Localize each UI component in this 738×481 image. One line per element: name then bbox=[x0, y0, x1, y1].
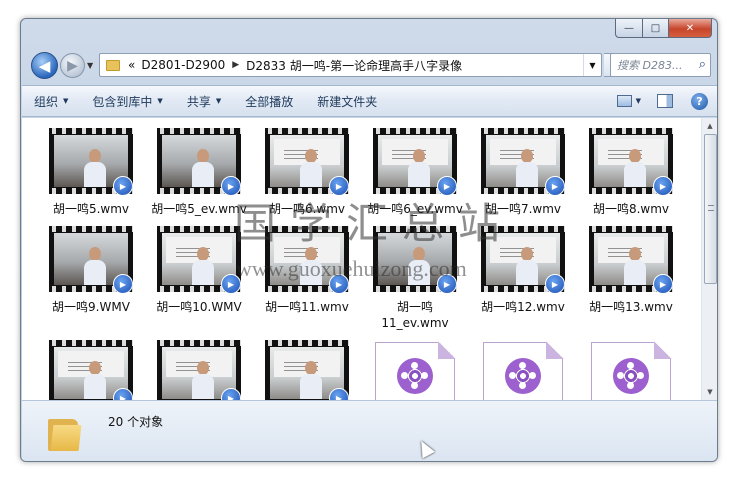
media-player-icon: ▶ bbox=[545, 176, 565, 196]
vertical-scrollbar[interactable]: ▲ ▼ bbox=[701, 118, 717, 400]
video-file-icon bbox=[375, 341, 456, 400]
folder-icon bbox=[106, 59, 120, 71]
grip-icon bbox=[708, 205, 714, 211]
include-library-label: 包含到库中 bbox=[92, 94, 153, 109]
media-player-icon: ▶ bbox=[653, 274, 673, 294]
video-file-icon bbox=[591, 341, 672, 400]
scroll-up-icon[interactable]: ▲ bbox=[702, 118, 717, 134]
breadcrumb-overflow[interactable]: « bbox=[125, 58, 138, 72]
chevron-down-icon: ▼ bbox=[215, 97, 222, 105]
media-player-icon: ▶ bbox=[113, 176, 133, 196]
organize-label: 组织 bbox=[34, 94, 59, 109]
chevron-down-icon[interactable]: ▼ bbox=[636, 97, 641, 105]
play-all-button[interactable]: 全部播放 bbox=[233, 86, 305, 116]
search-icon[interactable]: ⌕ bbox=[699, 57, 706, 72]
maximize-button[interactable]: □ bbox=[642, 19, 668, 38]
file-name: 胡一鸣12.wmv bbox=[481, 300, 565, 314]
scrollbar-thumb[interactable] bbox=[704, 134, 717, 284]
watermark-title: 国学汇总站 bbox=[234, 199, 515, 248]
close-button[interactable]: ✕ bbox=[668, 19, 712, 38]
scroll-down-icon[interactable]: ▼ bbox=[702, 384, 717, 400]
organize-menu[interactable]: 组织 ▼ bbox=[22, 86, 80, 116]
folder-icon bbox=[48, 415, 82, 451]
file-name-line2: 11_ev.wmv bbox=[381, 316, 449, 330]
video-file-icon bbox=[483, 341, 564, 400]
file-name: 胡一鸣 bbox=[396, 300, 433, 314]
media-player-icon: ▶ bbox=[653, 176, 673, 196]
new-folder-button[interactable]: 新建文件夹 bbox=[305, 86, 389, 116]
navigation-bar: ◀ ▶ ▼ « D2801-D2900 ▶ D2833 胡一鸣-第一论命理高手八… bbox=[21, 49, 717, 83]
caption-buttons: — □ ✕ bbox=[615, 19, 712, 38]
chevron-down-icon: ▼ bbox=[157, 97, 163, 105]
address-dropdown-icon[interactable]: ▼ bbox=[583, 54, 601, 76]
command-bar: 组织 ▼ 包含到库中 ▼ 共享 ▼ 全部播放 新建文件夹 ▼ ? bbox=[22, 85, 717, 117]
include-in-library-menu[interactable]: 包含到库中 ▼ bbox=[80, 86, 174, 116]
share-menu[interactable]: 共享 ▼ bbox=[175, 86, 233, 116]
file-name: 胡一鸣10.WMV bbox=[156, 300, 242, 314]
file-name: 胡一鸣13.wmv bbox=[589, 300, 673, 314]
file-name: 胡一鸣5.wmv bbox=[52, 202, 130, 216]
item-count: 20 个对象 bbox=[108, 415, 164, 429]
chevron-down-icon: ▼ bbox=[63, 97, 69, 105]
toolbar-right: ▼ ? bbox=[616, 86, 717, 116]
preview-pane-icon[interactable] bbox=[657, 94, 673, 108]
details-pane: 20 个对象 bbox=[22, 400, 717, 461]
view-options-icon[interactable] bbox=[616, 95, 632, 107]
search-input[interactable]: 搜索 D283... ⌕ bbox=[610, 53, 711, 77]
breadcrumb-segment[interactable]: D2801-D2900 bbox=[138, 58, 228, 72]
back-button[interactable]: ◀ bbox=[31, 52, 58, 79]
help-icon[interactable]: ? bbox=[691, 92, 708, 110]
history-dropdown-icon[interactable]: ▼ bbox=[87, 61, 93, 70]
media-player-icon: ▶ bbox=[545, 274, 565, 294]
forward-button[interactable]: ▶ bbox=[60, 53, 85, 78]
file-name: 胡一鸣9.WMV bbox=[52, 300, 130, 314]
breadcrumb-separator-icon[interactable]: ▶ bbox=[228, 60, 243, 70]
file-name: 胡一鸣8.wmv bbox=[592, 202, 670, 216]
breadcrumb-segment[interactable]: D2833 胡一鸣-第一论命理高手八字录像 bbox=[243, 57, 465, 74]
watermark-url: www.guoxuehuizong.com bbox=[236, 256, 467, 281]
file-name: 胡一鸣11.wmv bbox=[265, 300, 349, 314]
share-label: 共享 bbox=[186, 94, 211, 109]
play-all-label: 全部播放 bbox=[245, 94, 294, 109]
search-placeholder: 搜索 D283... bbox=[617, 59, 683, 72]
minimize-button[interactable]: — bbox=[615, 19, 642, 38]
new-folder-label: 新建文件夹 bbox=[317, 94, 378, 109]
address-bar[interactable]: « D2801-D2900 ▶ D2833 胡一鸣-第一论命理高手八字录像 ▼ bbox=[99, 53, 602, 77]
media-player-icon: ▶ bbox=[113, 274, 133, 294]
